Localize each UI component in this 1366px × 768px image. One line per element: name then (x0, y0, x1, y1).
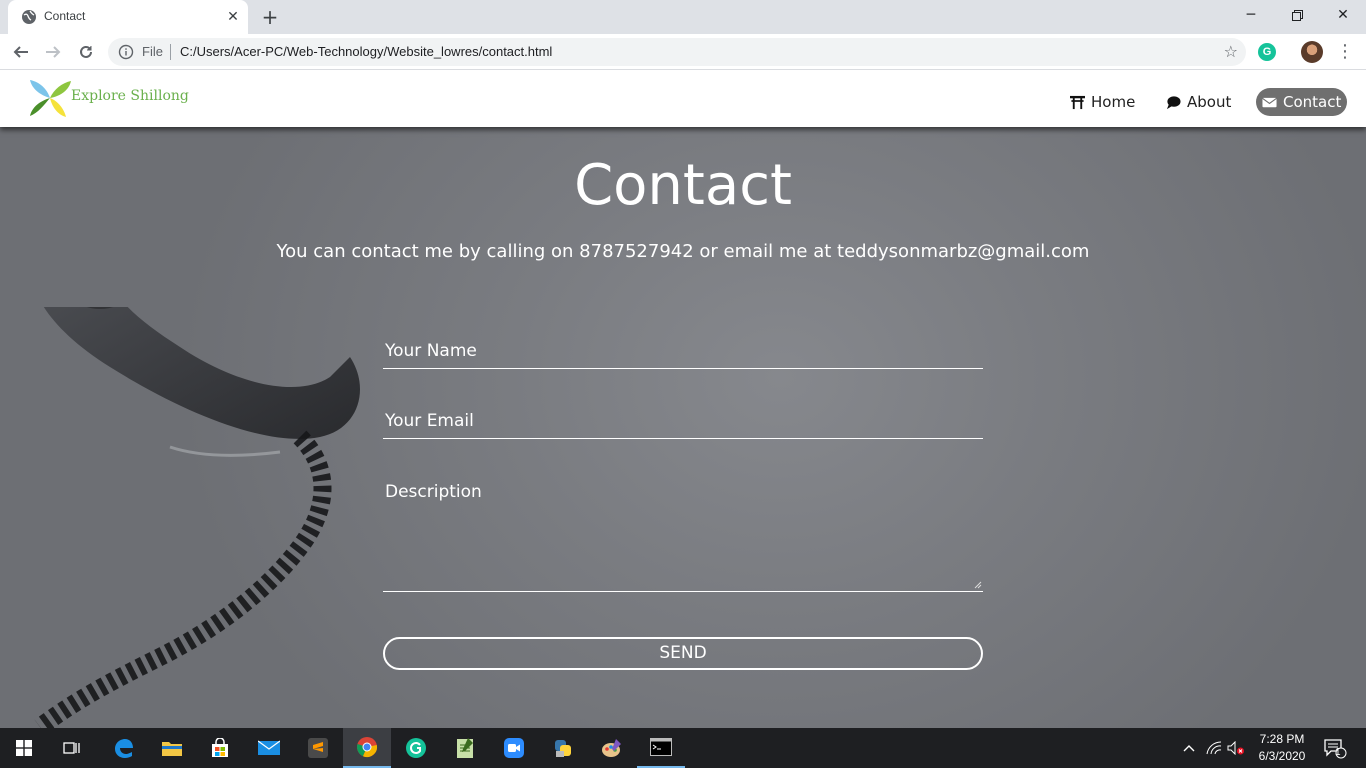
tab-title: Contact (44, 9, 86, 23)
nav-contact[interactable]: Contact (1256, 88, 1348, 116)
wifi-icon[interactable] (1204, 728, 1224, 768)
show-hidden-icons-chevron-icon[interactable] (1180, 728, 1198, 768)
notepad-icon[interactable] (441, 728, 489, 768)
clock-date: 6/3/2020 (1258, 749, 1306, 763)
grammarly-icon[interactable] (392, 728, 440, 768)
url-text[interactable]: C:/Users/Acer-PC/Web-Technology/Website_… (180, 44, 552, 59)
forward-icon[interactable] (41, 40, 65, 64)
page-viewport: Explore Shillong Home About Contact Cont… (0, 71, 1366, 728)
resize-grip-icon[interactable] (974, 581, 982, 589)
sublime-text-icon[interactable] (294, 728, 342, 768)
taskbar-clock[interactable]: 7:28 PM 6/3/2020 (1252, 731, 1312, 765)
bookmark-star-icon[interactable]: ☆ (1224, 42, 1238, 61)
edge-browser-icon[interactable] (99, 728, 147, 768)
action-center-icon[interactable]: 1 (1320, 728, 1350, 768)
file-explorer-icon[interactable] (148, 728, 196, 768)
nav-contact-label: Contact (1283, 93, 1342, 111)
envelope-icon (1262, 97, 1277, 107)
new-tab-icon[interactable]: + (258, 5, 282, 29)
tab-close-icon[interactable]: ✕ (224, 8, 242, 26)
name-placeholder: Your Name (385, 341, 477, 361)
speech-bubble-icon (1166, 95, 1181, 109)
browser-menu-icon[interactable]: ⋮ (1336, 40, 1354, 64)
nav-home[interactable]: Home (1064, 88, 1141, 116)
python-icon[interactable] (539, 728, 587, 768)
nav-about-label: About (1187, 93, 1232, 111)
start-windows-icon[interactable] (0, 728, 48, 768)
back-icon[interactable] (9, 40, 33, 64)
store-icon[interactable] (196, 728, 244, 768)
page-title: Contact (574, 153, 792, 218)
name-input[interactable]: Your Name (383, 341, 983, 369)
command-prompt-icon[interactable] (637, 728, 685, 768)
email-placeholder: Your Email (385, 411, 474, 431)
email-input[interactable]: Your Email (383, 411, 983, 439)
browser-tab-contact[interactable]: Contact ✕ (8, 0, 248, 34)
close-window-icon[interactable]: ✕ (1320, 0, 1366, 30)
nav-about[interactable]: About (1160, 88, 1237, 116)
volume-muted-icon[interactable] (1226, 728, 1246, 768)
grammarly-extension-icon[interactable]: G (1258, 43, 1276, 61)
mail-icon[interactable] (245, 728, 293, 768)
zoom-icon[interactable] (490, 728, 538, 768)
file-scheme-label: File (142, 44, 163, 59)
browser-tab-strip: Contact ✕ + ─ ✕ (0, 0, 1366, 34)
clock-time: 7:28 PM (1259, 732, 1305, 746)
notification-count-badge: 1 (1335, 747, 1341, 758)
profile-avatar[interactable] (1301, 41, 1323, 63)
browser-toolbar: File C:/Users/Acer-PC/Web-Technology/Web… (0, 34, 1366, 70)
nav-home-label: Home (1091, 93, 1136, 111)
contact-hero: Contact You can contact me by calling on… (0, 127, 1366, 728)
task-view-icon[interactable] (48, 728, 96, 768)
address-bar[interactable]: File C:/Users/Acer-PC/Web-Technology/Web… (108, 38, 1246, 66)
info-icon[interactable] (118, 44, 134, 60)
site-header: Explore Shillong Home About Contact (0, 71, 1366, 127)
chrome-icon[interactable] (343, 728, 391, 768)
contact-subtitle: You can contact me by calling on 8787527… (276, 241, 1090, 262)
reload-icon[interactable] (74, 40, 98, 64)
minimize-icon[interactable]: ─ (1228, 0, 1274, 30)
description-textarea[interactable]: Description (383, 482, 983, 592)
leaf-logo-icon[interactable] (28, 77, 72, 119)
site-brand[interactable]: Explore Shillong (71, 88, 189, 104)
omnibox-separator (170, 44, 171, 60)
torii-icon (1070, 95, 1085, 109)
paint-icon[interactable] (588, 728, 636, 768)
send-button[interactable]: SEND (383, 637, 983, 670)
globe-icon (22, 10, 36, 24)
windows-taskbar: 7:28 PM 6/3/2020 1 (0, 728, 1366, 768)
description-placeholder: Description (385, 482, 482, 502)
restore-icon[interactable] (1274, 0, 1320, 30)
